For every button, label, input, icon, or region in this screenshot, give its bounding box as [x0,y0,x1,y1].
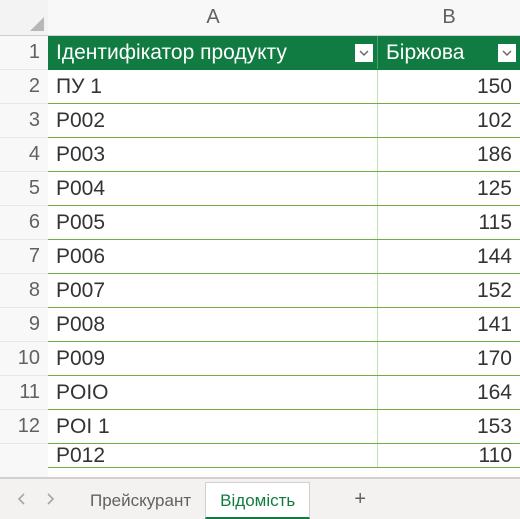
cell-value[interactable]: 186 [378,138,520,171]
table-row: P008 141 [48,308,520,342]
table-row: P003 186 [48,138,520,172]
cell-product-id[interactable]: ПУ 1 [48,70,378,103]
sheet-tab-price-list[interactable]: Прейскурант [76,483,205,519]
cell-product-id[interactable]: P005 [48,206,378,239]
cell-product-id[interactable]: P007 [48,274,378,307]
row-header[interactable]: 3 [0,104,48,138]
column-headers: A B [48,0,520,36]
cell-value[interactable]: 141 [378,308,520,341]
table-row: P009 170 [48,342,520,376]
row-header[interactable]: 9 [0,308,48,342]
cell-value[interactable]: 152 [378,274,520,307]
cell-value[interactable]: 102 [378,104,520,137]
table-row: P004 125 [48,172,520,206]
table-row: P007 152 [48,274,520,308]
filter-button[interactable] [355,44,373,62]
data-rows: Ідентифікатор продукту Біржова ПУ 1 150 … [48,36,520,477]
cell-value[interactable]: 110 [378,444,520,467]
table-row: POI 1 153 [48,410,520,444]
table-header-row: Ідентифікатор продукту Біржова [48,36,520,70]
row-header[interactable]: 6 [0,206,48,240]
chevron-down-icon [502,48,512,58]
cell-product-id[interactable]: P004 [48,172,378,205]
chevron-right-icon [45,493,55,505]
chevron-down-icon [359,48,369,58]
table-row: P005 115 [48,206,520,240]
row-header[interactable]: 8 [0,274,48,308]
cell-product-id[interactable]: P006 [48,240,378,273]
add-sheet-button[interactable]: + [346,488,374,511]
cell-value[interactable]: 150 [378,70,520,103]
row-header[interactable]: 12 [0,410,48,444]
cell-value[interactable]: 125 [378,172,520,205]
tab-nav-next[interactable] [36,485,64,513]
header-label: Біржова [386,41,464,65]
cell-value[interactable]: 144 [378,240,520,273]
cell-product-id[interactable]: P003 [48,138,378,171]
table-row: P012 110 [48,444,520,468]
cell-product-id[interactable]: P009 [48,342,378,375]
row-header[interactable]: 7 [0,240,48,274]
cell-product-id[interactable]: POIO [48,376,378,409]
row-header[interactable]: 1 [0,36,48,70]
cell-value[interactable]: 153 [378,410,520,443]
cell-value[interactable]: 115 [378,206,520,239]
cell-product-id[interactable]: POI 1 [48,410,378,443]
row-header[interactable]: 5 [0,172,48,206]
tab-nav-prev[interactable] [8,485,36,513]
cell-value[interactable]: 170 [378,342,520,375]
column-header-a[interactable]: A [48,0,378,35]
sheet-tabs: Прейскурант Відомість [76,479,310,519]
table-row: ПУ 1 150 [48,70,520,104]
column-header-b[interactable]: B [378,0,520,35]
chevron-left-icon [17,493,27,505]
cell-product-id[interactable]: P002 [48,104,378,137]
row-header[interactable]: 10 [0,342,48,376]
cell-value[interactable]: 164 [378,376,520,409]
cell-product-id[interactable]: P008 [48,308,378,341]
row-header[interactable]: 2 [0,70,48,104]
table-row: P006 144 [48,240,520,274]
sheet-tab-statement[interactable]: Відомість [205,482,310,519]
sheet-tab-bar: Прейскурант Відомість + [0,478,520,519]
select-all-corner[interactable] [0,0,48,36]
row-header[interactable]: 4 [0,138,48,172]
table-header-product-id[interactable]: Ідентифікатор продукту [48,36,378,69]
row-headers: 1 2 3 4 5 6 7 8 9 10 11 12 [0,36,48,477]
table-row: P002 102 [48,104,520,138]
row-header[interactable]: 11 [0,376,48,410]
cell-product-id[interactable]: P012 [48,444,378,467]
table-header-price[interactable]: Біржова [378,36,520,69]
table-row: POIO 164 [48,376,520,410]
spreadsheet-grid: A B 1 2 3 4 5 6 7 8 9 10 11 12 Ідентифік… [0,0,520,478]
header-label: Ідентифікатор продукту [56,41,287,65]
filter-button[interactable] [498,44,516,62]
